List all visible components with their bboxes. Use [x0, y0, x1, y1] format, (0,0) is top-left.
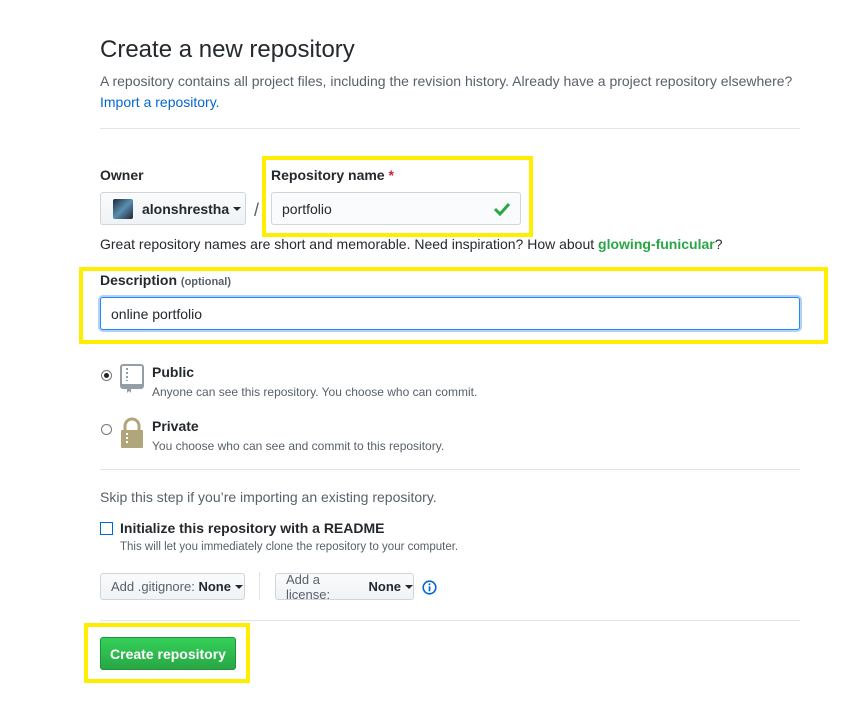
check-icon: [494, 202, 510, 216]
private-description: You choose who can see and commit to thi…: [152, 439, 445, 453]
suggested-name-link[interactable]: glowing-funicular: [598, 236, 715, 252]
create-repository-button[interactable]: Create repository: [100, 637, 236, 670]
chevron-down-icon: [405, 584, 413, 589]
divider: [100, 620, 800, 621]
repo-name-label: Repository name *: [271, 167, 394, 183]
public-radio[interactable]: [101, 370, 112, 381]
chevron-down-icon: [233, 206, 242, 211]
divider: [100, 469, 800, 470]
lock-icon: [121, 417, 143, 448]
license-dropdown[interactable]: Add a license: None: [275, 571, 414, 602]
skip-text: Skip this step if you’re importing an ex…: [100, 489, 437, 505]
owner-dropdown[interactable]: alonshrestha: [100, 192, 246, 225]
private-radio[interactable]: [101, 424, 112, 435]
public-label[interactable]: Public: [152, 364, 194, 380]
description-value: online portfolio: [111, 305, 203, 322]
private-label[interactable]: Private: [152, 418, 199, 434]
gitignore-value: None: [198, 579, 231, 594]
repo-book-icon: [120, 364, 144, 393]
license-value: None: [368, 579, 402, 594]
divider: [259, 572, 260, 600]
owner-repo-separator: /: [254, 200, 260, 220]
import-repository-link[interactable]: Import a repository.: [100, 94, 220, 110]
avatar: [113, 198, 133, 219]
subtitle-text: A repository contains all project files,…: [100, 73, 793, 89]
page-title: Create a new repository: [100, 36, 355, 63]
page-subtitle: A repository contains all project files,…: [100, 71, 820, 113]
readme-description: This will let you immediately clone the …: [120, 541, 459, 553]
readme-checkbox[interactable]: [100, 522, 113, 535]
gitignore-label: Add .gitignore:: [111, 579, 195, 594]
repo-name-input[interactable]: portfolio: [271, 192, 521, 225]
gitignore-dropdown[interactable]: Add .gitignore: None: [100, 573, 245, 600]
owner-name: alonshrestha: [142, 200, 230, 217]
license-label: Add a license:: [286, 571, 331, 602]
repo-name-value: portfolio: [282, 200, 332, 217]
description-label: Description (optional): [100, 272, 232, 288]
readme-label[interactable]: Initialize this repository with a README: [120, 520, 384, 536]
repo-name-hint: Great repository names are short and mem…: [100, 236, 723, 252]
description-input[interactable]: online portfolio: [100, 297, 800, 330]
info-icon[interactable]: [422, 580, 437, 595]
chevron-down-icon: [234, 584, 243, 589]
divider: [100, 128, 800, 129]
public-description: Anyone can see this repository. You choo…: [152, 385, 478, 399]
owner-label: Owner: [100, 167, 144, 183]
